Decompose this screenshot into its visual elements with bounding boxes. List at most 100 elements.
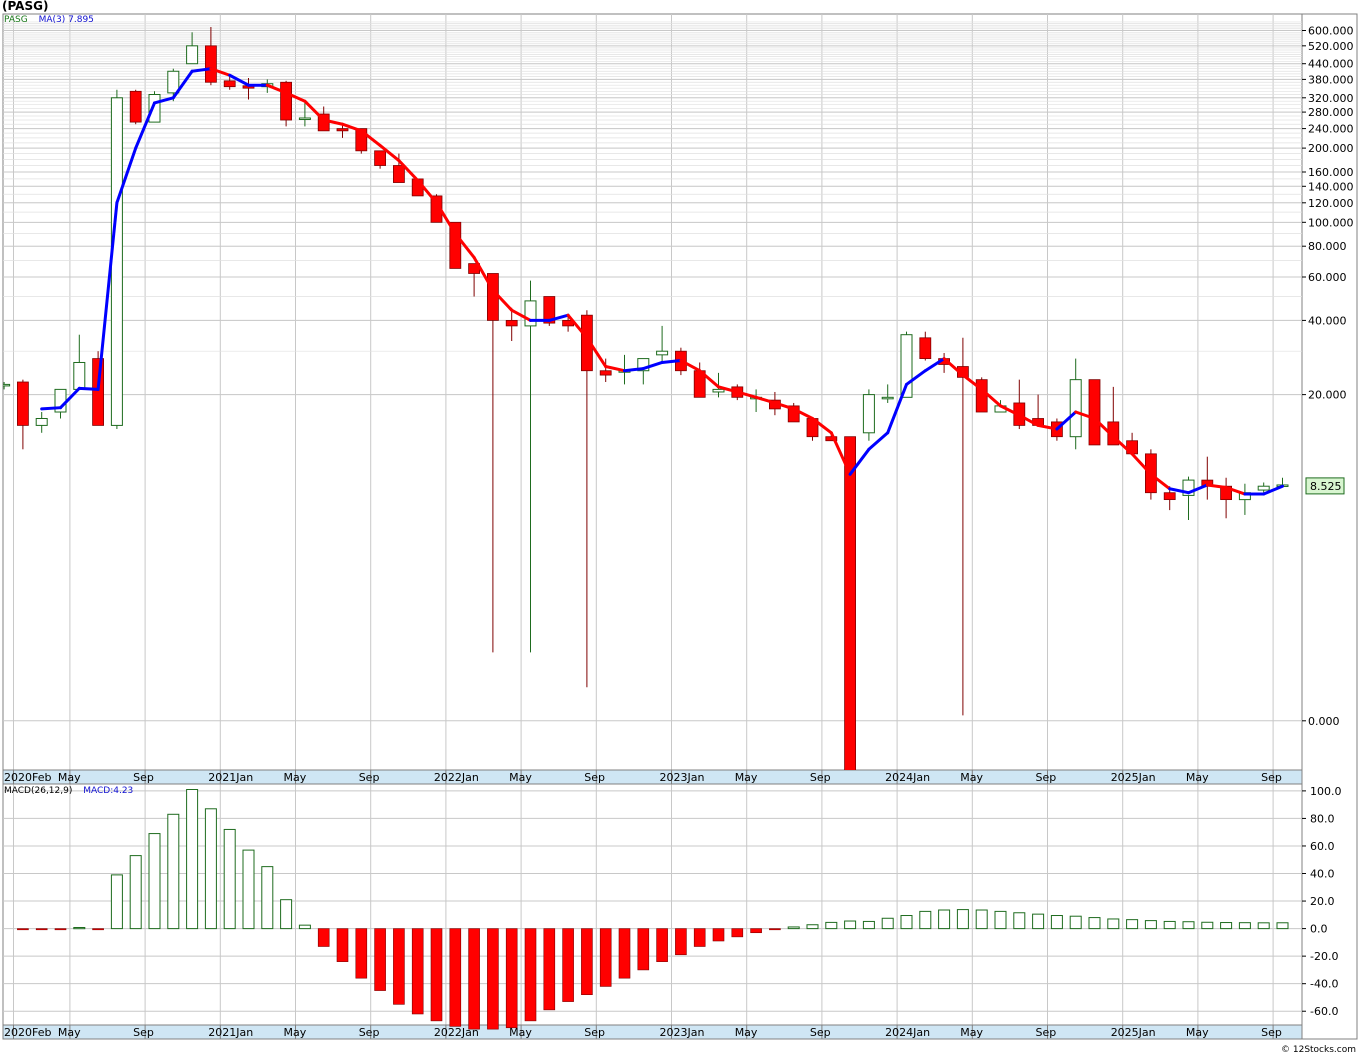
macd-bar-positive (280, 899, 293, 930)
macd-bar-negative (487, 928, 499, 1030)
candle-up (712, 388, 725, 393)
macd-bar-negative (656, 928, 668, 962)
macd-bar-positive (242, 849, 255, 930)
macd-bar-positive (186, 789, 199, 930)
macd-bar-negative (562, 928, 574, 1002)
candle-down (1088, 379, 1101, 446)
candle-up (524, 300, 537, 327)
macd-x-tick-label: 2021Jan (208, 1026, 253, 1039)
price-y-tick-label: 320.000 (1308, 92, 1354, 105)
macd-y-tick-label: 0.0 (1310, 923, 1328, 936)
macd-bar-positive (1144, 920, 1157, 930)
price-y-tick-label: 100.000 (1308, 216, 1354, 229)
macd-y-tick-label: -20.0 (1310, 950, 1338, 963)
macd-bar-positive (204, 808, 217, 930)
price-x-tick-label: May (735, 771, 758, 784)
macd-x-tick-label: Sep (1036, 1026, 1057, 1039)
price-y-tick-label: 440.000 (1308, 58, 1354, 71)
price-x-tick-label: May (284, 771, 307, 784)
macd-bar-negative (374, 928, 386, 991)
candle-down (599, 370, 612, 376)
copyright-footer: © 12Stocks.com (1281, 1045, 1356, 1055)
price-x-tick-label: 2024Jan (885, 771, 930, 784)
macd-x-tick-label: May (284, 1026, 307, 1039)
macd-x-tick-label: 2020Feb (4, 1026, 51, 1039)
price-x-tick-label: Sep (584, 771, 605, 784)
price-x-tick-label: 2023Jan (660, 771, 705, 784)
candle-up (881, 396, 894, 400)
price-x-tick-label: May (1186, 771, 1209, 784)
macd-bar-positive (1163, 920, 1176, 930)
price-y-tick-label: 280.000 (1308, 106, 1354, 119)
macd-bar-negative (675, 928, 687, 956)
price-x-tick-label: 2020Feb (4, 771, 51, 784)
macd-y-tick-label: -60.0 (1310, 1005, 1338, 1018)
macd-label: MACD(26,12,9) (4, 786, 73, 796)
macd-y-tick-label: 100.0 (1310, 785, 1342, 798)
price-x-tick-label: Sep (133, 771, 154, 784)
candle-up (35, 417, 48, 426)
ma-segment (660, 359, 683, 364)
macd-y-tick-label: 20.0 (1310, 895, 1335, 908)
macd-x-tick-label: May (1186, 1026, 1209, 1039)
price-x-tick-label: 2021Jan (208, 771, 253, 784)
macd-bar-negative (35, 928, 48, 931)
macd-x-tick-label: Sep (1261, 1026, 1282, 1039)
macd-bar-positive (261, 866, 274, 930)
ma-segment (77, 386, 100, 391)
macd-bar-negative (599, 928, 612, 987)
macd-x-tick-label: 2023Jan (660, 1026, 705, 1039)
macd-bar-negative (750, 928, 762, 934)
candle-down (1163, 492, 1176, 501)
macd-x-tick-label: Sep (133, 1026, 154, 1039)
price-x-axis-strip (2, 769, 1303, 785)
macd-x-tick-label: May (960, 1026, 983, 1039)
candle-down (129, 90, 142, 123)
macd-bar-negative (449, 928, 462, 1027)
macd-bar-positive (1238, 922, 1251, 930)
price-y-tick-label: 160.000 (1308, 166, 1354, 179)
macd-bar-positive (900, 915, 913, 930)
macd-bar-negative (637, 928, 650, 971)
price-x-tick-label: Sep (810, 771, 831, 784)
macd-x-tick-label: May (735, 1026, 758, 1039)
macd-bar-negative (355, 928, 368, 979)
price-y-tick-label: 20.000 (1308, 389, 1347, 402)
macd-bar-positive (1182, 921, 1195, 930)
chart-title: (PASG) (2, 0, 49, 13)
macd-bar-positive (919, 910, 932, 930)
macd-bar-positive (862, 920, 875, 930)
candle-down (844, 436, 856, 770)
last-price-badge-text: 8.525 (1310, 480, 1342, 493)
candle-up (656, 350, 669, 356)
macd-bar-positive (1088, 917, 1101, 930)
candle-down (16, 381, 29, 426)
candle-down (280, 81, 293, 121)
macd-bar-negative (524, 928, 537, 1022)
candle-down (919, 337, 932, 359)
candle-down (92, 358, 104, 426)
macd-x-tick-label: Sep (359, 1026, 380, 1039)
macd-y-tick-label: 40.0 (1310, 868, 1335, 881)
macd-bar-negative (430, 928, 443, 1022)
candle-down (505, 320, 518, 327)
price-y-tick-label: 600.000 (1308, 25, 1354, 38)
macd-x-tick-label: Sep (584, 1026, 605, 1039)
macd-bar-positive (1050, 915, 1063, 930)
candle-up (186, 45, 199, 65)
price-y-tick-label: 240.000 (1308, 123, 1354, 136)
ticker-label: PASG (4, 15, 28, 25)
candle-down (374, 150, 387, 166)
candle-up (862, 394, 875, 434)
macd-bar-positive (167, 813, 180, 930)
price-y-tick-label: 380.000 (1308, 73, 1354, 86)
price-panel (2, 13, 1303, 771)
macd-bar-positive (825, 921, 838, 930)
macd-bar-negative (92, 928, 104, 931)
price-y-tick-label: 0.000 (1308, 715, 1340, 728)
macd-x-tick-label: May (58, 1026, 81, 1039)
candle-up (3, 383, 11, 387)
macd-x-tick-label: Sep (810, 1026, 831, 1039)
macd-bar-negative (468, 928, 480, 1030)
macd-bar-positive (1107, 918, 1120, 930)
